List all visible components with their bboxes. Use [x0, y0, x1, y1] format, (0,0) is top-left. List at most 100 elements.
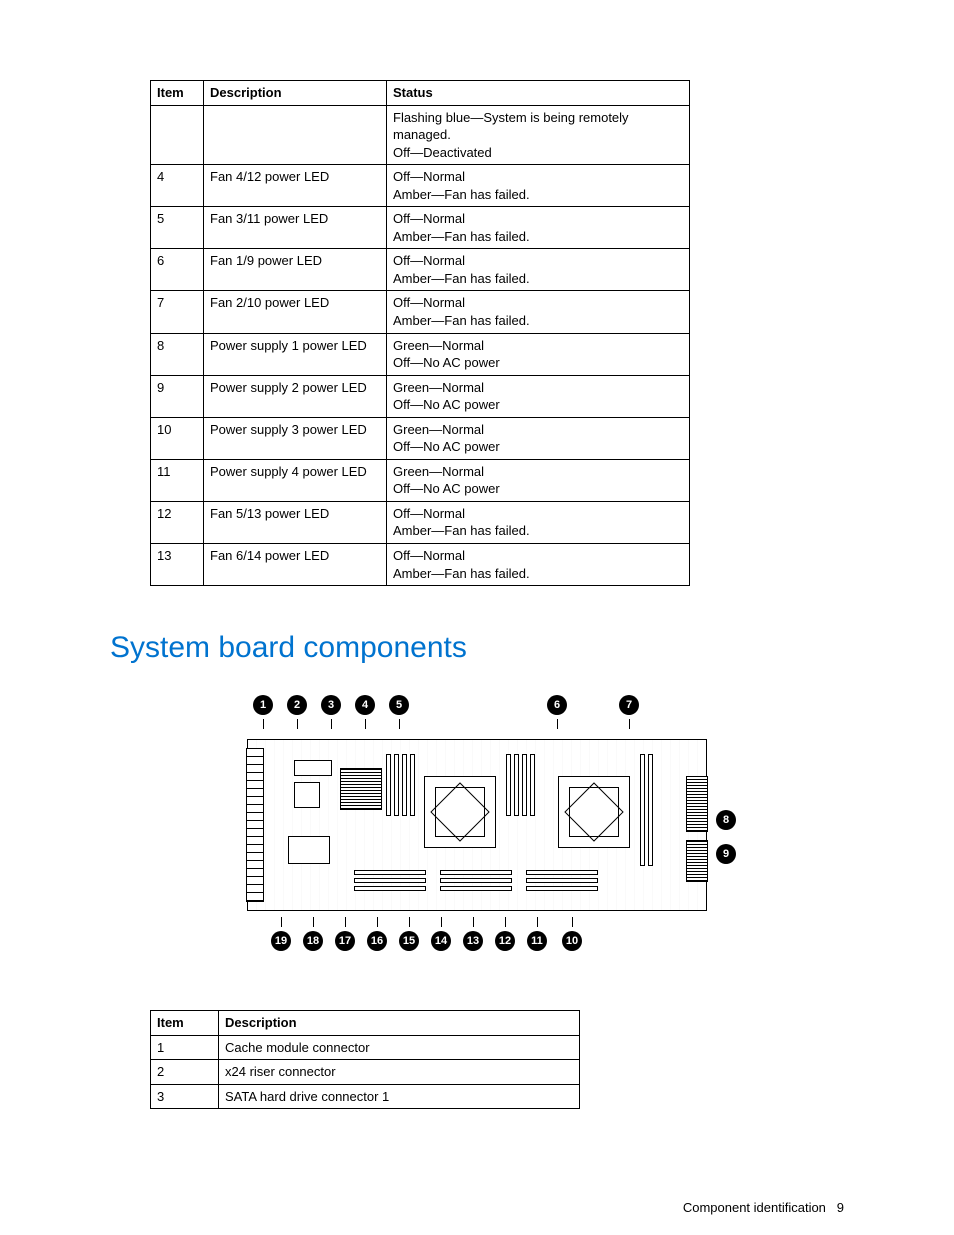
components-table: Item Description 1Cache module connector… — [150, 1010, 580, 1109]
footer-page: 9 — [837, 1200, 844, 1215]
table-row: 12Fan 5/13 power LEDOff—NormalAmber—Fan … — [151, 501, 690, 543]
edge-connector — [686, 776, 708, 832]
section-heading: System board components — [110, 631, 804, 665]
table-row: 9Power supply 2 power LEDGreen—NormalOff… — [151, 375, 690, 417]
callout-14: 14 — [431, 931, 451, 951]
connector — [294, 760, 332, 776]
cell-item: 2 — [151, 1060, 219, 1085]
cell-description: Cache module connector — [219, 1035, 580, 1060]
cell-description: Fan 4/12 power LED — [204, 165, 387, 207]
col-item: Item — [151, 81, 204, 106]
cell-status: Off—NormalAmber—Fan has failed. — [387, 207, 690, 249]
table-row: Flashing blue—System is being remotely m… — [151, 105, 690, 165]
dimm-slot — [386, 754, 391, 816]
connector — [640, 754, 645, 866]
cell-status: Off—NormalAmber—Fan has failed. — [387, 165, 690, 207]
cell-description: Fan 1/9 power LED — [204, 249, 387, 291]
col-description: Description — [219, 1011, 580, 1036]
table-row: 3SATA hard drive connector 1 — [151, 1084, 580, 1109]
cell-item: 12 — [151, 501, 204, 543]
callout-18: 18 — [303, 931, 323, 951]
cpu-socket-2 — [558, 776, 630, 848]
dimm-slot — [506, 754, 511, 816]
cell-description: Fan 5/13 power LED — [204, 501, 387, 543]
cell-description: Power supply 3 power LED — [204, 417, 387, 459]
rear-io-ports — [246, 748, 264, 902]
table-row: 2x24 riser connector — [151, 1060, 580, 1085]
cell-description: Power supply 4 power LED — [204, 459, 387, 501]
cell-description — [204, 105, 387, 165]
dimm-slot — [410, 754, 415, 816]
callout-6: 6 — [547, 695, 567, 715]
dimm-slot — [522, 754, 527, 816]
cell-status: Off—NormalAmber—Fan has failed. — [387, 291, 690, 333]
col-status: Status — [387, 81, 690, 106]
cell-item: 6 — [151, 249, 204, 291]
cell-description: Power supply 1 power LED — [204, 333, 387, 375]
cell-item: 3 — [151, 1084, 219, 1109]
cell-status: Off—NormalAmber—Fan has failed. — [387, 501, 690, 543]
callout-5: 5 — [389, 695, 409, 715]
chip — [294, 782, 320, 808]
system-board-diagram: 12345 6 7 — [150, 695, 804, 960]
connector — [440, 878, 512, 883]
callout-3: 3 — [321, 695, 341, 715]
cell-description: Fan 3/11 power LED — [204, 207, 387, 249]
callout-9: 9 — [716, 844, 736, 864]
cell-item: 8 — [151, 333, 204, 375]
table-row: 1Cache module connector — [151, 1035, 580, 1060]
cell-description: Fan 2/10 power LED — [204, 291, 387, 333]
connector — [526, 878, 598, 883]
cell-status: Green—NormalOff—No AC power — [387, 417, 690, 459]
page-footer: Component identification 9 — [683, 1200, 844, 1215]
table-row: 6Fan 1/9 power LEDOff—NormalAmber—Fan ha… — [151, 249, 690, 291]
cell-description: Power supply 2 power LED — [204, 375, 387, 417]
edge-connector — [686, 840, 708, 882]
board-outline: 89 — [247, 739, 707, 911]
callout-13: 13 — [463, 931, 483, 951]
connector — [354, 886, 426, 891]
cell-item: 7 — [151, 291, 204, 333]
col-description: Description — [204, 81, 387, 106]
table-row: 10Power supply 3 power LEDGreen—NormalOf… — [151, 417, 690, 459]
cell-status: Off—NormalAmber—Fan has failed. — [387, 249, 690, 291]
cell-status: Green—NormalOff—No AC power — [387, 333, 690, 375]
connector — [440, 870, 512, 875]
cell-status: Green—NormalOff—No AC power — [387, 459, 690, 501]
callout-10: 10 — [562, 931, 582, 951]
callout-4: 4 — [355, 695, 375, 715]
cell-item: 1 — [151, 1035, 219, 1060]
connector — [354, 870, 426, 875]
cell-description: x24 riser connector — [219, 1060, 580, 1085]
callout-11: 11 — [527, 931, 547, 951]
footer-label: Component identification — [683, 1200, 826, 1215]
cell-item — [151, 105, 204, 165]
table-row: 8Power supply 1 power LEDGreen—NormalOff… — [151, 333, 690, 375]
dimm-slot — [402, 754, 407, 816]
col-item: Item — [151, 1011, 219, 1036]
callout-7: 7 — [619, 695, 639, 715]
cpu-socket-1 — [424, 776, 496, 848]
heatsink-area — [340, 768, 382, 810]
dimm-slot — [514, 754, 519, 816]
connector — [354, 878, 426, 883]
cell-item: 4 — [151, 165, 204, 207]
cell-item: 13 — [151, 544, 204, 586]
connector — [526, 886, 598, 891]
connector — [526, 870, 598, 875]
table-row: 11Power supply 4 power LEDGreen—NormalOf… — [151, 459, 690, 501]
callout-17: 17 — [335, 931, 355, 951]
callout-2: 2 — [287, 695, 307, 715]
led-status-table: Item Description Status Flashing blue—Sy… — [150, 80, 690, 586]
cell-item: 10 — [151, 417, 204, 459]
callout-16: 16 — [367, 931, 387, 951]
cell-status: Off—NormalAmber—Fan has failed. — [387, 544, 690, 586]
callout-15: 15 — [399, 931, 419, 951]
callout-1: 1 — [253, 695, 273, 715]
callout-8: 8 — [716, 810, 736, 830]
cell-description: Fan 6/14 power LED — [204, 544, 387, 586]
table-row: 7Fan 2/10 power LEDOff—NormalAmber—Fan h… — [151, 291, 690, 333]
table-row: 5Fan 3/11 power LEDOff—NormalAmber—Fan h… — [151, 207, 690, 249]
cell-status: Flashing blue—System is being remotely m… — [387, 105, 690, 165]
chip — [288, 836, 330, 864]
